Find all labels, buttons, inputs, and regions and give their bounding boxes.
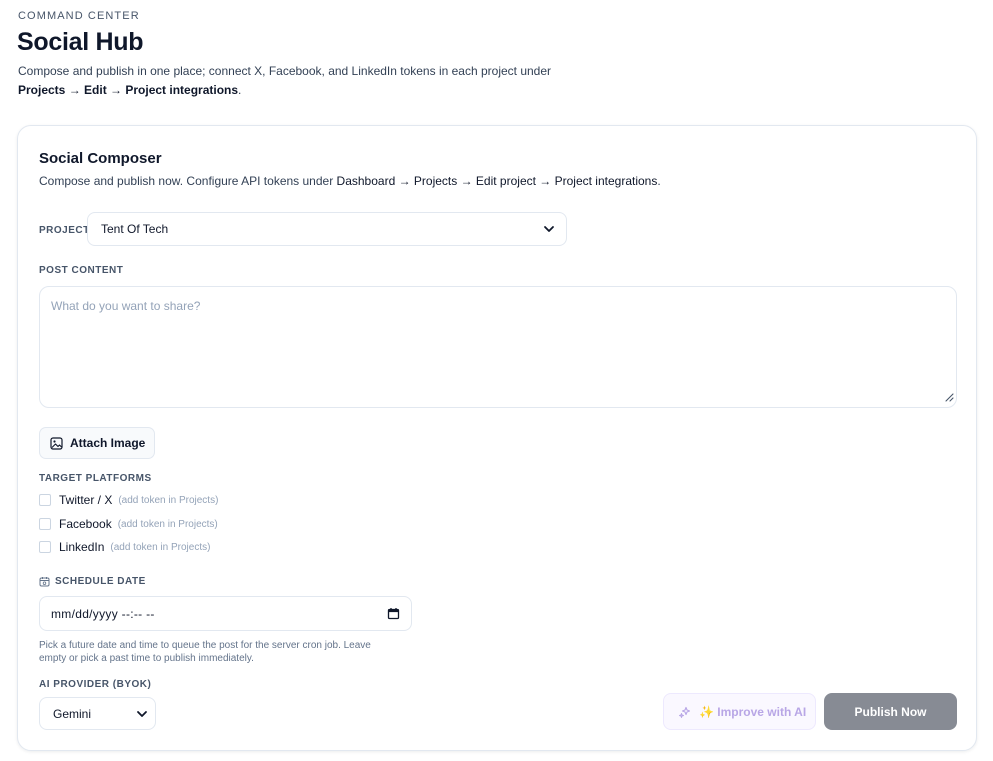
- platform-facebook[interactable]: Facebook (add token in Projects): [39, 517, 218, 531]
- schedule-help-text: Pick a future date and time to queue the…: [39, 640, 371, 664]
- page-description: Compose and publish in one place; connec…: [18, 62, 618, 100]
- resize-handle-icon[interactable]: [944, 391, 954, 405]
- schedule-date-label: SCHEDULE DATE: [39, 576, 146, 587]
- chevron-down-icon: [135, 707, 149, 724]
- composer-description-end: .: [657, 174, 661, 188]
- composer-integrations-path: Dashboard → Projects → Edit project → Pr…: [336, 174, 658, 188]
- project-select-value: Tent Of Tech: [101, 222, 169, 236]
- platform-facebook-checkbox[interactable]: [39, 518, 51, 530]
- chevron-down-icon: [542, 222, 556, 239]
- post-content-label: POST CONTENT: [39, 265, 124, 276]
- attach-image-label: Attach Image: [70, 436, 146, 450]
- page-description-end: .: [238, 83, 242, 97]
- platform-twitter-hint: (add token in Projects): [118, 494, 219, 506]
- ai-provider-value: Gemini: [53, 706, 92, 721]
- image-icon: [50, 436, 63, 450]
- platform-linkedin-hint: (add token in Projects): [110, 541, 211, 553]
- schedule-date-label-text: SCHEDULE DATE: [55, 576, 146, 587]
- platform-twitter[interactable]: Twitter / X (add token in Projects): [39, 493, 218, 507]
- post-content-placeholder: What do you want to share?: [51, 299, 201, 313]
- schedule-date-input[interactable]: mm/dd/yyyy --:-- --: [39, 596, 412, 631]
- target-platforms-label: TARGET PLATFORMS: [39, 473, 152, 484]
- ai-provider-select[interactable]: Gemini: [39, 697, 156, 730]
- project-select[interactable]: Tent Of Tech: [87, 212, 567, 246]
- platform-linkedin[interactable]: LinkedIn (add token in Projects): [39, 540, 210, 554]
- composer-description: Compose and publish now. Configure API t…: [39, 174, 661, 188]
- platform-linkedin-label: LinkedIn: [59, 540, 105, 554]
- publish-now-button[interactable]: Publish Now: [824, 693, 957, 730]
- sparkles-icon: [678, 705, 692, 719]
- platform-linkedin-checkbox[interactable]: [39, 541, 51, 553]
- improve-with-ai-label: ✨ Improve with AI: [699, 704, 807, 719]
- improve-with-ai-button[interactable]: ✨ Improve with AI: [663, 693, 816, 730]
- platform-twitter-checkbox[interactable]: [39, 494, 51, 506]
- project-label: PROJECT: [39, 225, 90, 236]
- calendar-icon: [39, 576, 50, 587]
- composer-description-text: Compose and publish now. Configure API t…: [39, 174, 334, 188]
- integrations-path: Projects → Edit → Project integrations: [18, 83, 239, 97]
- attach-image-button[interactable]: Attach Image: [39, 427, 155, 459]
- social-composer-card: Social Composer Compose and publish now.…: [17, 125, 977, 751]
- platform-facebook-label: Facebook: [59, 517, 112, 531]
- composer-title: Social Composer: [39, 150, 162, 167]
- page-title: Social Hub: [17, 28, 144, 56]
- post-content-textarea[interactable]: What do you want to share?: [39, 286, 957, 408]
- page-description-text: Compose and publish in one place; connec…: [18, 64, 552, 78]
- platform-twitter-label: Twitter / X: [59, 493, 113, 507]
- ai-provider-label: AI PROVIDER (BYOK): [39, 679, 152, 690]
- platform-facebook-hint: (add token in Projects): [117, 518, 218, 530]
- schedule-date-value: mm/dd/yyyy --:-- --: [51, 606, 155, 621]
- page-eyebrow: COMMAND CENTER: [18, 10, 140, 22]
- date-picker-calendar-icon[interactable]: [387, 607, 400, 623]
